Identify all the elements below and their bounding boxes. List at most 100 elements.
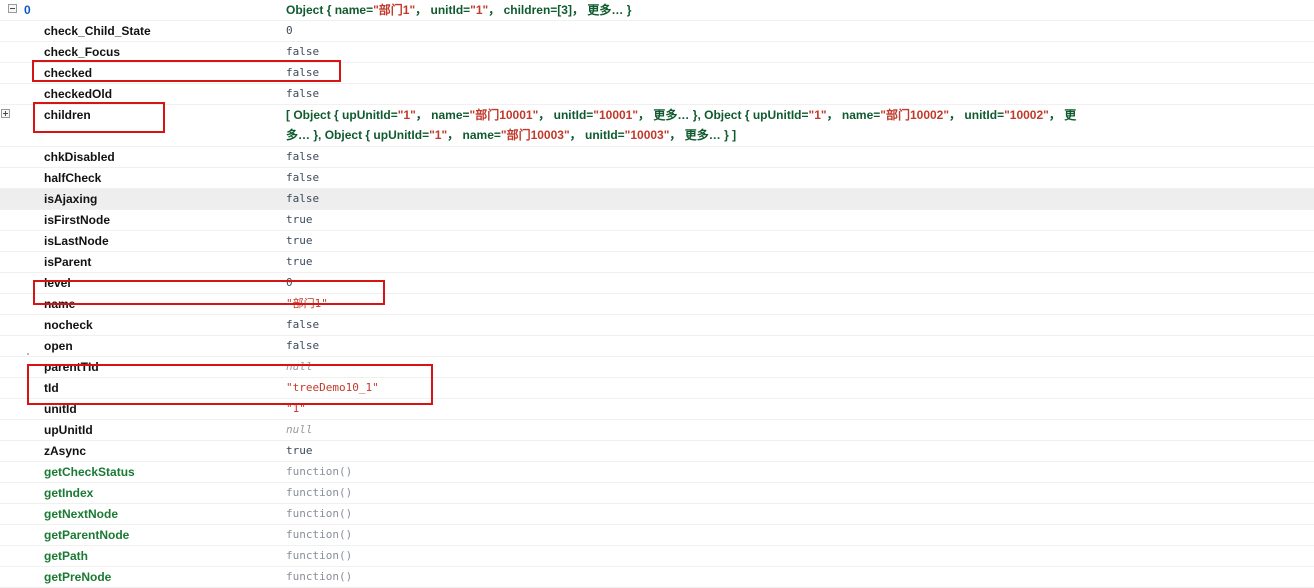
child-0-more[interactable]: 更多… [653,108,689,122]
table-row-function[interactable]: getNextNode function() [0,504,1314,525]
row-gutter [0,189,14,209]
property-name: halfCheck [44,171,102,185]
root-open-brace: { [326,3,332,17]
root-sep-1: ， [488,3,501,17]
child-2-sep-0: ， [447,128,460,142]
table-row-checked[interactable]: checked false [0,63,1314,84]
table-row-function[interactable]: getPreNode function() [0,567,1314,588]
child-0-key-1: name [431,108,463,122]
property-value: 0 [286,24,293,37]
property-value: true [286,255,313,268]
table-row[interactable]: chkDisabled false [0,147,1314,168]
child-2-sep-1: ， [569,128,582,142]
row-gutter [0,231,14,251]
row-gutter [0,441,14,461]
table-row[interactable]: check_Child_State 0 [0,21,1314,42]
property-value: 0 [286,276,293,289]
property-value: false [286,87,320,100]
object-inspector-panel: 0 Object { name="部门1"， unitId="1"， child… [0,0,1314,588]
child-0-value-0: "1" [397,108,416,122]
property-name: parentTId [44,360,99,374]
property-value: true [286,213,313,226]
child-2-value-1: "部门10003" [500,128,570,142]
property-name: name [44,297,76,311]
property-name: level [44,276,71,290]
property-name: upUnitId [44,423,93,437]
stray-artifact-dot [27,353,29,355]
child-2-key-0: upUnitId [373,128,423,142]
table-row-tid[interactable]: tId "treeDemo10_1" [0,378,1314,399]
property-value: false [286,66,320,79]
table-row[interactable]: nocheck false [0,315,1314,336]
row-gutter [0,462,14,482]
row-gutter [0,147,14,167]
property-name: checkedOld [44,87,113,101]
row-gutter [0,567,14,587]
property-name: unitId [44,402,77,416]
table-row[interactable]: isFirstNode true [0,210,1314,231]
row-gutter [0,63,14,83]
row-gutter [0,294,14,314]
property-value: false [286,192,320,205]
child-1-sep-2: ， [1048,108,1061,122]
row-gutter [0,483,14,503]
table-row[interactable]: isLastNode true [0,231,1314,252]
property-value: function() [286,507,353,520]
root-sep-2: ， [571,3,584,17]
root-index-label: 0 [24,3,31,17]
table-row[interactable]: halfCheck false [0,168,1314,189]
object-root-row[interactable]: 0 Object { name="部门1"， unitId="1"， child… [0,0,1314,21]
child-0-key-0: upUnitId [342,108,391,122]
table-row[interactable]: isParent true [0,252,1314,273]
root-more-label[interactable]: 更多… [587,3,623,17]
property-name: nocheck [44,318,93,332]
child-class-0: Object [293,108,331,122]
child-1-value-2: "10002" [1004,108,1049,122]
property-name: getPath [44,549,89,563]
children-sep-0: , [697,108,701,122]
expand-twisty-icon[interactable] [1,109,10,118]
row-gutter [0,273,14,293]
child-2-more[interactable]: 更多… [685,128,721,142]
root-gutter [0,0,22,20]
child-0-key-2: unitId [553,108,587,122]
property-value: null [286,423,313,436]
table-row[interactable]: zAsync true [0,441,1314,462]
child-1-sep-0: ， [826,108,839,122]
property-name: isLastNode [44,234,109,248]
property-name: isParent [44,255,92,269]
property-name: chkDisabled [44,150,115,164]
table-row-function[interactable]: getPath function() [0,546,1314,567]
child-2-sep-2: ， [669,128,682,142]
table-row-unitid[interactable]: unitId "1" [0,399,1314,420]
root-entry-value-1: "1" [470,3,489,17]
row-gutter [0,357,14,377]
table-row[interactable]: check_Focus false [0,42,1314,63]
table-row-children[interactable]: children [ Object { upUnitId="1"， name="… [0,105,1314,147]
row-gutter [0,546,14,566]
property-value: false [286,318,320,331]
table-row[interactable]: upUnitId null [0,420,1314,441]
root-object-class: Object [286,3,324,17]
table-row[interactable]: checkedOld false [0,84,1314,105]
table-row[interactable]: open false [0,336,1314,357]
property-name: zAsync [44,444,87,458]
collapse-twisty-icon[interactable] [8,4,17,13]
table-row-hovered[interactable]: isAjaxing false [0,189,1314,210]
table-row-function[interactable]: getParentNode function() [0,525,1314,546]
row-gutter [0,378,14,398]
table-row-function[interactable]: getCheckStatus function() [0,462,1314,483]
property-name: check_Child_State [44,24,151,38]
property-name: children [44,108,91,122]
table-row[interactable]: level 0 [0,273,1314,294]
row-gutter [0,42,14,62]
table-row-name[interactable]: name "部门1" [0,294,1314,315]
table-row[interactable]: parentTId null [0,357,1314,378]
child-1-value-0: "1" [808,108,827,122]
row-gutter [0,105,14,125]
property-value: function() [286,528,353,541]
row-gutter [0,420,14,440]
children-sep-1: , [318,128,322,142]
property-name: getIndex [44,486,94,500]
table-row-function[interactable]: getIndex function() [0,483,1314,504]
